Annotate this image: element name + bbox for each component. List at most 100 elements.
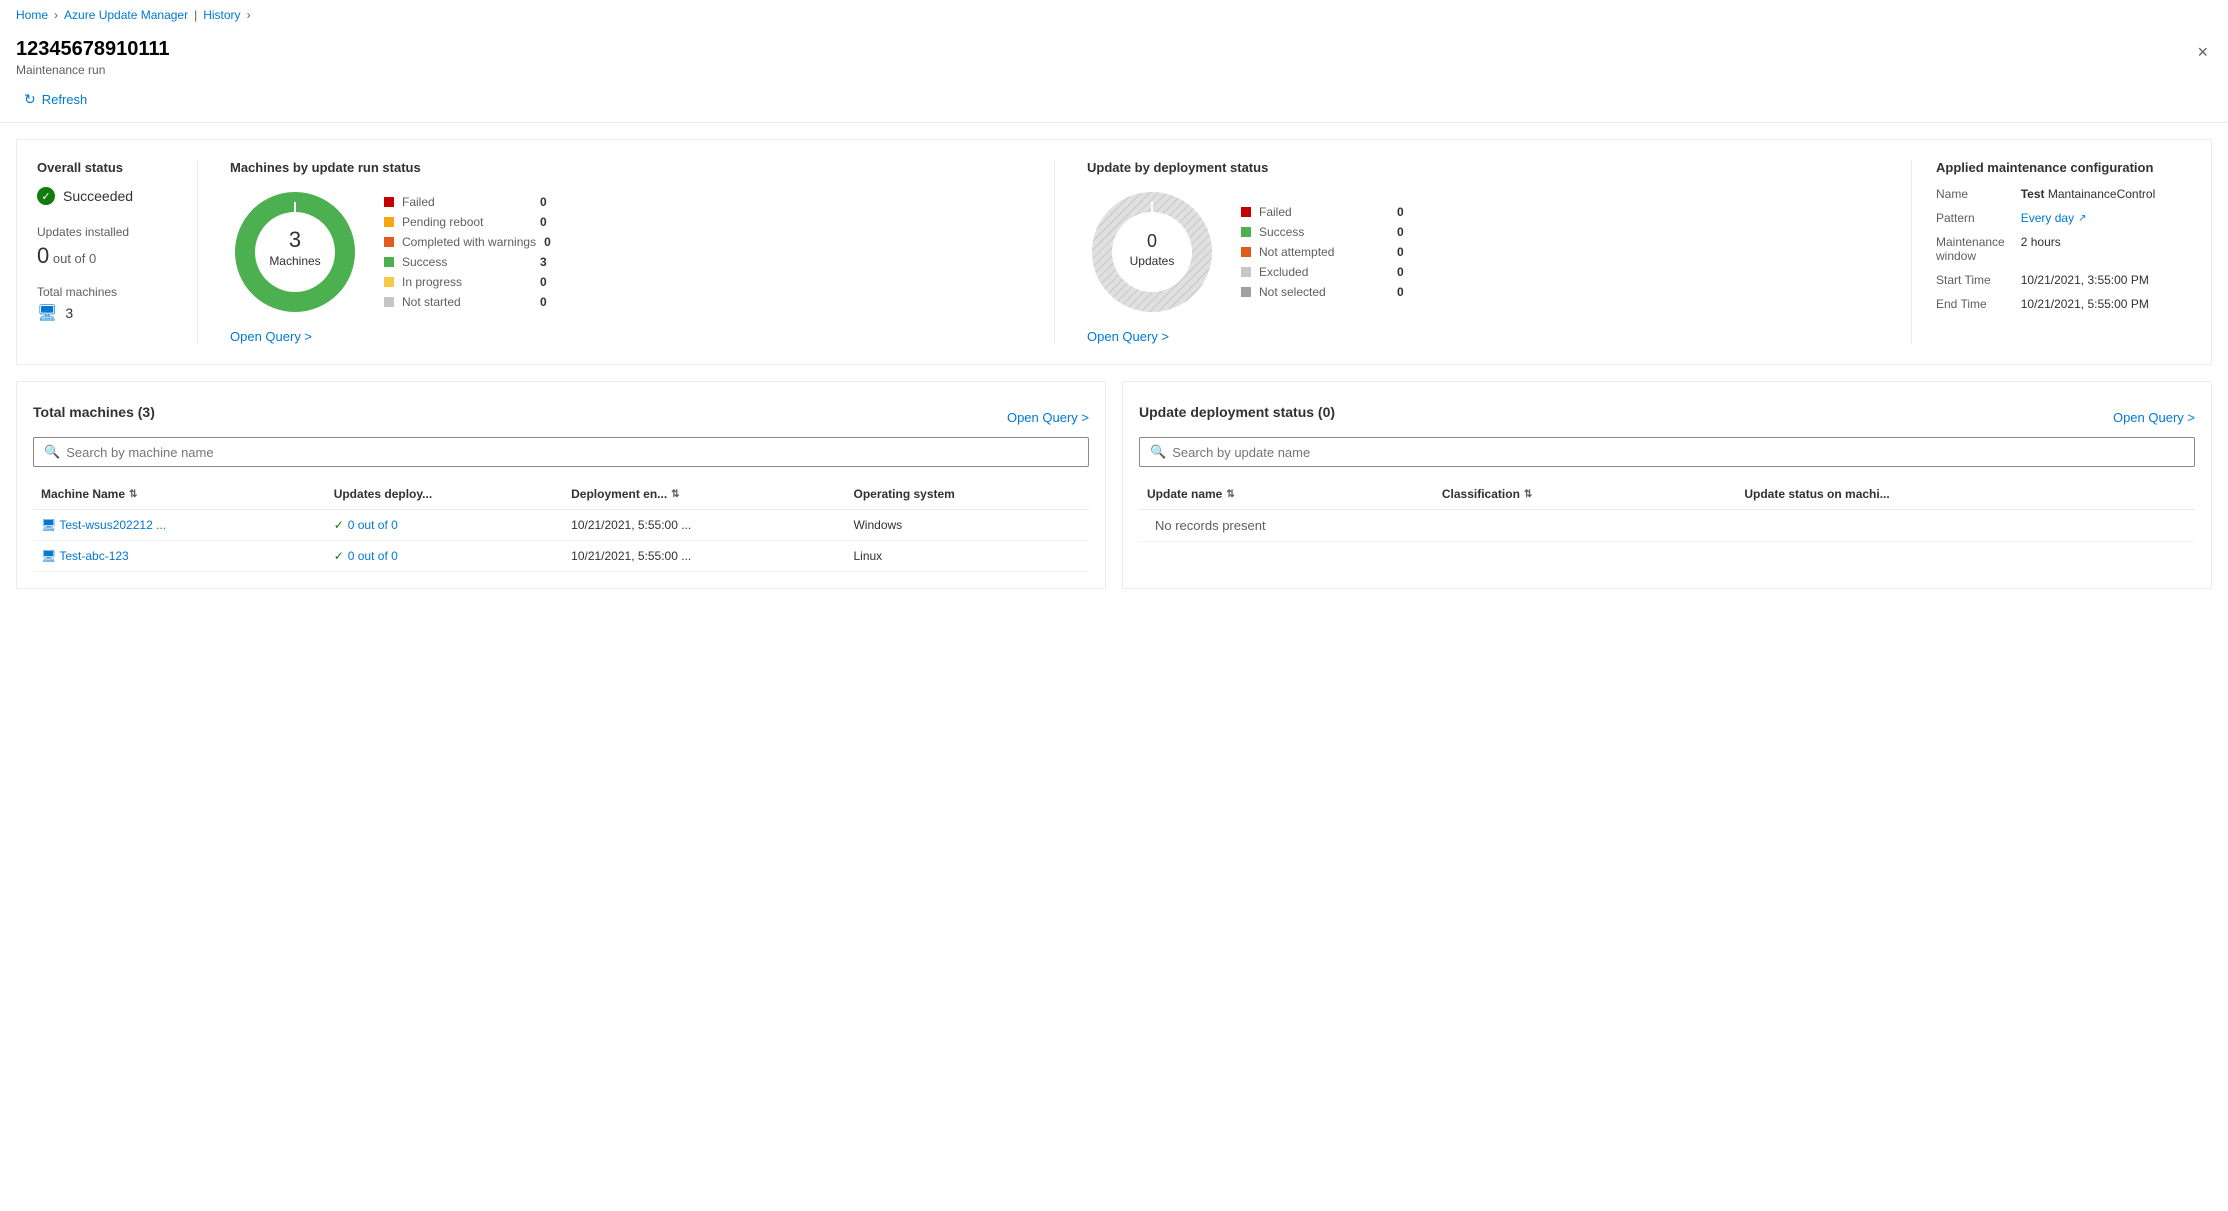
breadcrumb: Home › Azure Update Manager | History › (0, 0, 2228, 30)
machines-open-query[interactable]: Open Query > (230, 329, 312, 344)
success-icon-2: ✓ (334, 549, 344, 563)
machine-name-sort-icon[interactable]: ⇅ (129, 489, 137, 500)
upd-legend-failed: Failed 0 (1241, 205, 1404, 219)
page-header: 12345678910111 Maintenance run × (0, 30, 2228, 77)
machine-search-icon: 🔍 (44, 444, 60, 460)
col-deployment-end: Deployment en... ⇅ (563, 479, 845, 510)
machines-donut-chart: 3 Machines (230, 187, 360, 317)
table-row: 🖥 Test-wsus202212 ... ✓ 0 out of 0 10/21… (33, 510, 1089, 541)
machine-search-input[interactable] (66, 445, 1078, 460)
svg-text:3: 3 (289, 227, 301, 252)
updates-link-2[interactable]: 0 out of 0 (348, 549, 398, 563)
upd-legend-success: Success 0 (1241, 225, 1404, 239)
update-name-sort-icon[interactable]: ⇅ (1226, 489, 1234, 500)
legend-not-started-dot (384, 297, 394, 307)
deployment-end-cell-2: 10/21/2021, 5:55:00 ... (563, 541, 845, 572)
toolbar: ↻ Refresh (0, 77, 2228, 123)
start-label: Start Time (1936, 273, 2005, 287)
total-machines-metric: Total machines 🖥 3 (37, 285, 173, 323)
window-value: 2 hours (2021, 235, 2191, 249)
upd-legend-excluded: Excluded 0 (1241, 265, 1404, 279)
page-title: 12345678910111 (16, 38, 170, 61)
machines-table-title: Total machines (3) (33, 404, 155, 420)
refresh-button[interactable]: ↻ Refresh (16, 87, 95, 112)
legend-in-progress-dot (384, 277, 394, 287)
machine-name-link-1[interactable]: Test-wsus202212 ... (59, 518, 166, 532)
updates-cell-1: ✓ 0 out of 0 (326, 510, 563, 541)
legend-in-progress: In progress 0 (384, 275, 551, 289)
bottom-tables-row: Total machines (3) Open Query > 🔍 Machin… (16, 381, 2212, 589)
col-update-status: Update status on machi... (1736, 479, 2195, 510)
updates-table-header: Update deployment status (0) Open Query … (1139, 398, 2195, 425)
upd-legend-excluded-dot (1241, 267, 1251, 277)
updates-link-1[interactable]: 0 out of 0 (348, 518, 398, 532)
legend-pending-reboot: Pending reboot 0 (384, 215, 551, 229)
name-main: MantainanceControl (2048, 187, 2155, 201)
breadcrumb-history[interactable]: History (203, 8, 240, 22)
machines-legend: Failed 0 Pending reboot 0 Completed with… (384, 195, 551, 309)
updates-table-open-query[interactable]: Open Query > (2113, 410, 2195, 425)
start-value: 10/21/2021, 3:55:00 PM (2021, 273, 2191, 287)
machines-table-card: Total machines (3) Open Query > 🔍 Machin… (16, 381, 1106, 589)
table-row-empty: No records present (1139, 510, 2195, 542)
machines-table: Machine Name ⇅ Updates deploy... Deploym (33, 479, 1089, 572)
updates-installed-label: Updates installed (37, 225, 173, 239)
updates-chart-title: Update by deployment status (1087, 160, 1879, 175)
upd-legend-not-attempted-dot (1241, 247, 1251, 257)
update-search-input[interactable] (1172, 445, 2184, 460)
col-os: Operating system (845, 479, 1089, 510)
svg-text:Updates: Updates (1130, 254, 1175, 268)
machine-icon: 🖥 (37, 303, 57, 323)
breadcrumb-home[interactable]: Home (16, 8, 48, 22)
name-prefix: Test (2021, 187, 2045, 201)
updates-open-query[interactable]: Open Query > (1087, 329, 1169, 344)
no-records-text: No records present (1147, 510, 1274, 541)
machines-donut-container: 3 Machines Failed 0 Pending reboot 0 (230, 187, 1022, 317)
no-records-cell: No records present (1139, 510, 2195, 542)
pattern-label: Pattern (1936, 211, 2005, 225)
machine-icon-small-2: 🖥 (41, 549, 56, 563)
os-cell-2: Linux (845, 541, 1089, 572)
updates-legend: Failed 0 Success 0 Not attempted 0 (1241, 205, 1404, 299)
machine-icon-small: 🖥 (41, 518, 56, 532)
svg-text:Machines: Machines (269, 254, 320, 268)
updates-chart-section: Update by deployment status 0 Updates (1054, 160, 1911, 344)
updates-table: Update name ⇅ Classification ⇅ (1139, 479, 2195, 542)
upd-legend-not-selected: Not selected 0 (1241, 285, 1404, 299)
breadcrumb-azure-update-manager[interactable]: Azure Update Manager (64, 8, 188, 22)
summary-card: Overall status ✓ Succeeded Updates insta… (16, 139, 2212, 365)
status-succeeded: ✓ Succeeded (37, 187, 173, 205)
legend-completed-warnings-dot (384, 237, 394, 247)
external-link-icon: ↗ (2078, 213, 2086, 224)
table-row: 🖥 Test-abc-123 ✓ 0 out of 0 10/21/2021, … (33, 541, 1089, 572)
classification-sort-icon[interactable]: ⇅ (1524, 489, 1532, 500)
status-value: Succeeded (63, 188, 133, 204)
close-button[interactable]: × (2193, 38, 2212, 67)
col-machine-name: Machine Name ⇅ (33, 479, 326, 510)
legend-not-started: Not started 0 (384, 295, 551, 309)
name-label: Name (1936, 187, 2005, 201)
end-label: End Time (1936, 297, 2005, 311)
end-value: 10/21/2021, 5:55:00 PM (2021, 297, 2191, 311)
col-update-name: Update name ⇅ (1139, 479, 1434, 510)
overall-status-title: Overall status (37, 160, 173, 175)
upd-legend-success-dot (1241, 227, 1251, 237)
maintenance-grid: Name Test MantainanceControl Pattern Eve… (1936, 187, 2191, 311)
machine-name-link-2[interactable]: Test-abc-123 (59, 549, 128, 563)
legend-pending-reboot-dot (384, 217, 394, 227)
succeeded-icon: ✓ (37, 187, 55, 205)
updates-installed-metric: Updates installed 0 out of 0 (37, 225, 173, 269)
col-classification: Classification ⇅ (1434, 479, 1736, 510)
update-search-box: 🔍 (1139, 437, 2195, 467)
pattern-value[interactable]: Every day ↗ (2021, 211, 2191, 225)
legend-failed-dot (384, 197, 394, 207)
deployment-end-cell-1: 10/21/2021, 5:55:00 ... (563, 510, 845, 541)
legend-success-dot (384, 257, 394, 267)
main-content: Overall status ✓ Succeeded Updates insta… (0, 123, 2228, 605)
total-machines-value: 3 (65, 305, 73, 321)
deployment-end-sort-icon[interactable]: ⇅ (671, 489, 679, 500)
machines-table-open-query[interactable]: Open Query > (1007, 410, 1089, 425)
updates-installed-value: 0 (37, 243, 49, 268)
legend-completed-warnings: Completed with warnings 0 (384, 235, 551, 249)
updates-donut-container: 0 Updates Failed 0 Success 0 (1087, 187, 1879, 317)
